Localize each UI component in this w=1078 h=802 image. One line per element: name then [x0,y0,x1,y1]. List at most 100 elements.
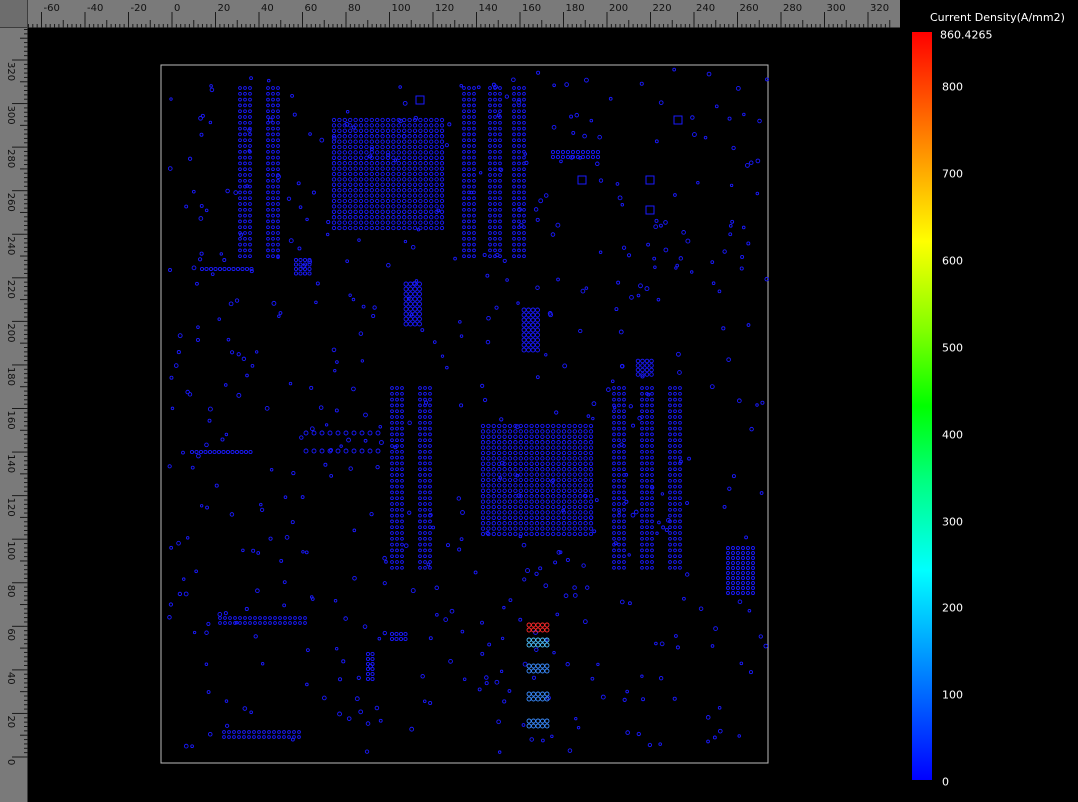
via [545,494,550,499]
via [530,312,536,318]
via [439,204,445,209]
via [746,581,750,585]
via [645,420,649,425]
via [629,295,634,300]
via [353,117,358,123]
via [493,91,497,96]
via [423,449,427,454]
via [391,171,396,177]
via [553,560,558,565]
via [530,337,536,343]
via [551,531,556,537]
via [655,531,659,535]
via [472,86,476,90]
via [434,123,439,128]
via [650,426,654,431]
via [356,675,361,680]
via [668,525,672,530]
via [544,668,550,674]
via [418,531,422,535]
via [337,166,342,171]
via [192,630,197,635]
via [555,154,561,160]
via [502,494,507,499]
via [292,735,296,739]
via [617,449,621,454]
via [653,265,657,269]
via [391,139,396,144]
via [402,161,407,166]
via [640,467,644,472]
via [472,213,476,218]
via [234,298,240,303]
via [678,565,682,570]
via [544,663,550,669]
via [412,301,418,307]
via [199,204,204,208]
via [375,188,380,193]
vertical-ruler[interactable]: 320 300 280 260 240 220 200 180 160 140 120 100 80 60… [0,28,28,802]
via [293,262,299,267]
via [616,280,621,285]
via [717,728,723,734]
via [462,196,466,201]
via [673,432,677,437]
via [529,429,534,434]
via [385,117,391,123]
via [266,161,270,166]
via [418,536,422,541]
horizontal-ruler[interactable]: -60 -40 -20 0 20 40 60 80 100 120 140 160 180 200 220 2… [28,0,900,28]
ruler-label: 160 [5,411,16,430]
via [238,225,242,230]
via [512,103,516,108]
via [583,429,588,434]
via [556,440,561,445]
via [615,182,620,186]
via [467,178,471,183]
via [534,445,540,450]
via [472,132,476,137]
via [462,207,466,212]
via [248,616,252,620]
via [222,730,226,734]
via [574,112,580,118]
via [493,120,497,125]
via [434,117,439,123]
via [266,178,270,183]
via [524,440,529,445]
via [524,488,529,493]
via [297,730,301,734]
via [400,560,404,564]
ruler-corner [0,0,28,28]
via [751,566,755,570]
via [417,286,422,292]
via [445,543,450,548]
via [342,204,347,209]
via [400,554,404,559]
via [657,520,661,525]
via [439,220,445,225]
via [276,167,280,172]
via [228,621,232,625]
via [462,97,466,102]
via [561,434,567,439]
via [382,581,387,586]
via [395,397,399,402]
ruler-label: 120 [435,3,454,14]
via [583,434,588,439]
via [622,565,626,570]
board-viewport[interactable] [28,28,900,802]
via [402,117,407,123]
via [650,542,654,547]
via [358,150,364,155]
via [266,115,270,119]
via [369,177,374,182]
via [365,671,371,677]
via [521,347,527,353]
via [595,149,601,155]
via [544,723,550,729]
current-density-plot[interactable] [28,28,900,802]
via [390,397,394,402]
via [641,697,646,702]
via [353,171,358,177]
